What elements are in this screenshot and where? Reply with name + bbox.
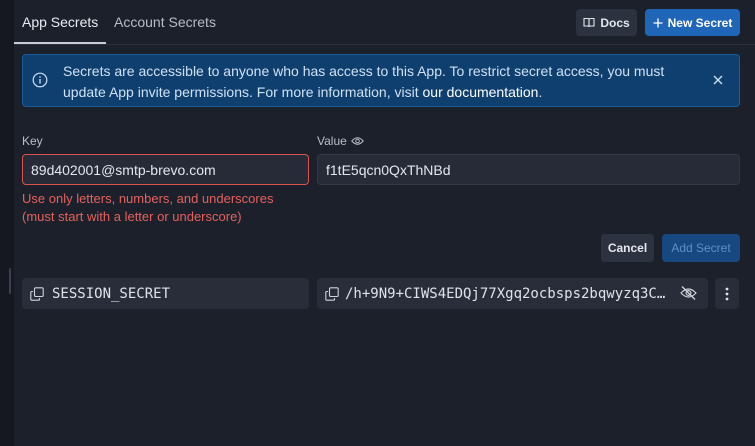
- documentation-link[interactable]: our documentation: [423, 84, 539, 100]
- tab-bar: App Secrets Account Secrets Docs New Sec…: [14, 0, 755, 45]
- copy-icon[interactable]: [325, 286, 339, 301]
- close-icon[interactable]: [712, 74, 724, 86]
- active-tab-indicator: [14, 42, 106, 44]
- info-banner: Secrets are accessible to anyone who has…: [22, 54, 740, 107]
- key-input[interactable]: 89d402001@smtp-brevo.com: [22, 154, 309, 185]
- new-secret-button-label: New Secret: [667, 15, 733, 30]
- value-label: Value: [317, 134, 347, 148]
- docs-button-label: Docs: [600, 15, 630, 30]
- secret-key-field: SESSION_SECRET: [22, 278, 309, 309]
- eye-off-icon[interactable]: [680, 285, 697, 301]
- key-label: Key: [22, 134, 43, 148]
- docs-button[interactable]: Docs: [576, 9, 637, 36]
- banner-text: Secrets are accessible to anyone who has…: [63, 63, 665, 100]
- key-error-message: Use only letters, numbers, and underscor…: [22, 190, 312, 226]
- value-label-group: Value: [317, 134, 364, 148]
- secrets-panel: App Secrets Account Secrets Docs New Sec…: [14, 0, 755, 446]
- book-icon: [583, 17, 595, 28]
- eye-icon[interactable]: [350, 136, 364, 146]
- key-error-line-2: (must start with a letter or underscore): [22, 209, 242, 224]
- key-input-value: 89d402001@smtp-brevo.com: [31, 161, 216, 178]
- secret-value-field: /h+9N9+CIWS4EDQj77Xgq2ocbsps2bqwyzq3Cm5p…: [317, 278, 708, 309]
- kebab-menu-icon: [725, 287, 729, 300]
- value-input-value: f1tE5qcn0QxThNBd: [326, 161, 451, 178]
- secret-key-text: SESSION_SECRET: [52, 285, 171, 302]
- info-icon: [32, 72, 48, 88]
- resize-handle[interactable]: [9, 268, 11, 294]
- tab-app-secrets[interactable]: App Secrets: [22, 14, 98, 30]
- plus-icon: [653, 18, 663, 27]
- banner-text-end: .: [538, 84, 543, 100]
- key-error-line-1: Use only letters, numbers, and underscor…: [22, 191, 274, 206]
- value-input[interactable]: f1tE5qcn0QxThNBd: [317, 154, 740, 185]
- copy-icon[interactable]: [30, 286, 44, 301]
- resize-strip: [0, 0, 14, 446]
- cancel-button[interactable]: Cancel: [601, 234, 654, 262]
- new-secret-button[interactable]: New Secret: [645, 9, 740, 36]
- banner-message: Secrets are accessible to anyone who has…: [63, 61, 683, 103]
- add-secret-button[interactable]: Add Secret: [662, 234, 740, 262]
- secret-value-text: /h+9N9+CIWS4EDQj77Xgq2ocbsps2bqwyzq3Cm5p…: [345, 285, 667, 302]
- secret-menu-button[interactable]: [715, 278, 739, 309]
- tab-account-secrets[interactable]: Account Secrets: [114, 14, 216, 30]
